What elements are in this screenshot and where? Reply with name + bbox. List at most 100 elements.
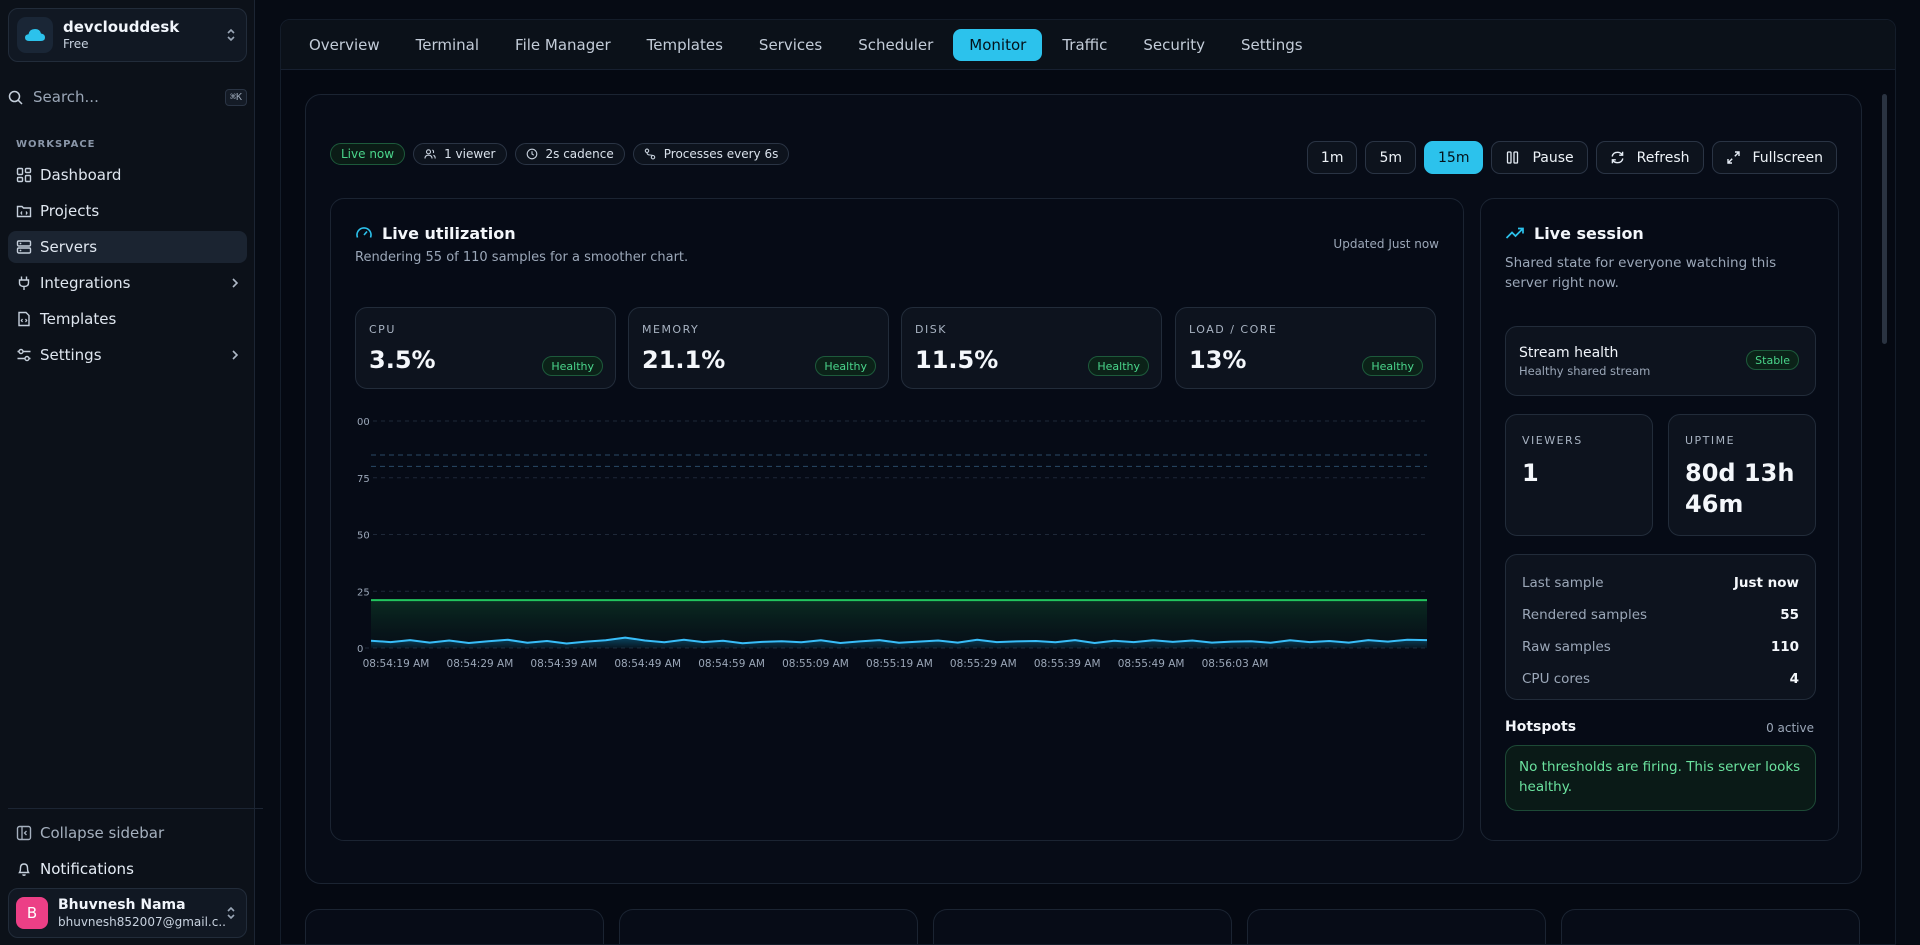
cadence-chip: 2s cadence: [514, 143, 625, 165]
stat-label: UPTIME: [1685, 434, 1736, 447]
sidebar-item-dashboard[interactable]: Dashboard: [8, 159, 247, 191]
team-name: devclouddesk: [63, 18, 180, 36]
viewers-chip: 1 viewer: [413, 143, 507, 165]
live-utilization-subtitle: Rendering 55 of 110 samples for a smooth…: [355, 250, 689, 265]
list-item: Last sample Just now: [1522, 567, 1799, 599]
sidebar-item-settings[interactable]: Settings: [8, 339, 247, 371]
user-email: bhuvnesh852007@gmail.c...: [58, 914, 226, 929]
stat-key: Raw samples: [1522, 639, 1611, 655]
status-badge: Healthy: [542, 356, 603, 376]
card-stub: [619, 909, 918, 944]
file-code-icon: [16, 311, 32, 327]
x-tick-label: 08:54:29 AM: [447, 658, 514, 670]
memory-series-area: [371, 600, 1427, 648]
pause-icon: [1505, 150, 1520, 165]
metric-card-memory: MEMORY 21.1% Healthy: [628, 307, 889, 389]
scrollbar[interactable]: [1882, 80, 1887, 940]
x-tick-label: 08:55:29 AM: [950, 658, 1017, 670]
tab-services[interactable]: Services: [743, 29, 838, 61]
viewers-stat: VIEWERS 1: [1505, 414, 1653, 536]
y-tick-label: 25: [357, 587, 370, 598]
stat-value: 110: [1770, 639, 1799, 655]
sidebar-item-label: Templates: [40, 310, 117, 328]
x-tick-label: 08:54:19 AM: [363, 658, 430, 670]
tab-settings[interactable]: Settings: [1225, 29, 1319, 61]
collapse-sidebar-button[interactable]: Collapse sidebar: [8, 819, 247, 847]
status-badge: Stable: [1746, 350, 1799, 370]
chevron-right-icon: [231, 349, 239, 361]
stat-key: Last sample: [1522, 575, 1604, 591]
user-menu[interactable]: B Bhuvnesh Nama bhuvnesh852007@gmail.c..…: [8, 888, 247, 938]
y-tick-label: 00: [357, 417, 370, 428]
workspace-section-label: WORKSPACE: [16, 139, 96, 150]
processes-chip: Processes every 6s: [632, 143, 790, 165]
chevrons-up-down-icon: [226, 906, 236, 920]
notifications-label: Notifications: [40, 860, 134, 878]
tab-templates[interactable]: Templates: [631, 29, 739, 61]
sidebar-item-label: Integrations: [40, 274, 131, 292]
x-tick-label: 08:55:49 AM: [1118, 658, 1185, 670]
lower-cards-row: [305, 909, 1862, 944]
refresh-button[interactable]: Refresh: [1595, 141, 1704, 174]
range-5m-button[interactable]: 5m: [1365, 141, 1416, 174]
pause-button[interactable]: Pause: [1491, 141, 1588, 174]
card-title-text: Live utilization: [382, 224, 516, 243]
projects-icon: [16, 203, 32, 219]
server-tabs: Overview Terminal File Manager Templates…: [281, 20, 1895, 70]
team-switcher[interactable]: devclouddesk Free: [8, 8, 247, 62]
metric-label: DISK: [915, 323, 947, 336]
range-15m-button[interactable]: 15m: [1424, 141, 1484, 174]
card-stub: [305, 909, 604, 944]
y-tick-label: 50: [357, 531, 370, 542]
scrollbar-thumb[interactable]: [1882, 94, 1887, 344]
refresh-icon: [1610, 150, 1625, 165]
sidebar-item-projects[interactable]: Projects: [8, 195, 247, 227]
sidebar-item-templates[interactable]: Templates: [8, 303, 247, 335]
x-tick-label: 08:55:39 AM: [1034, 658, 1101, 670]
tab-terminal[interactable]: Terminal: [400, 29, 495, 61]
live-session-title: Live session: [1505, 224, 1644, 243]
tab-traffic[interactable]: Traffic: [1046, 29, 1123, 61]
sidebar-search[interactable]: Search... ⌘K: [8, 84, 247, 110]
live-session-subtitle: Shared state for everyone watching this …: [1505, 255, 1777, 291]
metric-card-cpu: CPU 3.5% Healthy: [355, 307, 616, 389]
card-stub: [1247, 909, 1546, 944]
x-tick-label: 08:55:19 AM: [866, 658, 933, 670]
sidebar-divider: [8, 808, 263, 809]
monitor-panel: Live now 1 viewer 2s cadence Processes e…: [305, 94, 1862, 884]
x-tick-label: 08:55:09 AM: [782, 658, 849, 670]
stat-value: 1: [1522, 459, 1539, 487]
list-item: Rendered samples 55: [1522, 599, 1799, 631]
status-badge: Healthy: [1362, 356, 1423, 376]
tab-monitor[interactable]: Monitor: [953, 28, 1043, 61]
x-tick-label: 08:54:39 AM: [530, 658, 597, 670]
live-utilization-card: 0 25 50 75 00 08:54:19 AM 08:54:29 AM 08:54:39…: [330, 198, 1464, 841]
tab-overview[interactable]: Overview: [293, 29, 396, 61]
tab-security[interactable]: Security: [1127, 29, 1221, 61]
avatar: B: [16, 897, 48, 929]
monitor-controls: 1m 5m 15m Pause Refresh Fullscreen: [1299, 141, 1837, 174]
x-tick-label: 08:54:49 AM: [614, 658, 681, 670]
stat-value: 4: [1789, 671, 1799, 687]
tab-file-manager[interactable]: File Manager: [499, 29, 627, 61]
list-item: Raw samples 110: [1522, 631, 1799, 663]
x-tick-label: 08:56:03 AM: [1202, 658, 1269, 670]
x-tick-label: 08:54:59 AM: [698, 658, 765, 670]
gauge-icon: [355, 225, 373, 243]
sidebar-item-integrations[interactable]: Integrations: [8, 267, 247, 299]
y-tick-label: 0: [357, 644, 363, 655]
updated-timestamp: Updated Just now: [1333, 237, 1439, 251]
notifications-button[interactable]: Notifications: [8, 855, 247, 883]
user-name: Bhuvnesh Nama: [58, 896, 186, 913]
fullscreen-button[interactable]: Fullscreen: [1711, 141, 1837, 174]
metric-value: 11.5%: [915, 346, 999, 374]
live-utilization-title: Live utilization: [355, 224, 516, 243]
range-1m-button[interactable]: 1m: [1306, 141, 1358, 174]
tab-scheduler[interactable]: Scheduler: [842, 29, 949, 61]
stat-label: VIEWERS: [1522, 434, 1583, 447]
stream-health-box: Stream health Healthy shared stream Stab…: [1505, 326, 1816, 396]
servers-icon: [16, 239, 32, 255]
search-shortcut: ⌘K: [224, 88, 247, 106]
metric-card-load: LOAD / CORE 13% Healthy: [1175, 307, 1436, 389]
sidebar-item-servers[interactable]: Servers: [8, 231, 247, 263]
